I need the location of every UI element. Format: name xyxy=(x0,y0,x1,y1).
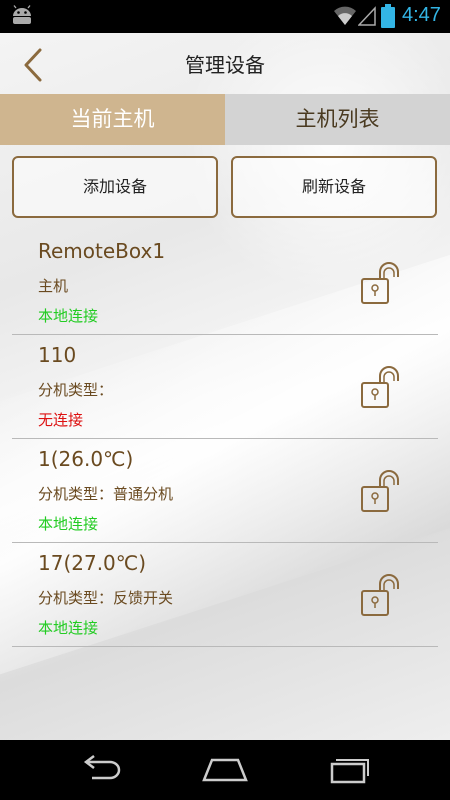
action-buttons: 添加设备 刷新设备 xyxy=(0,156,450,218)
device-name: RemoteBox1 xyxy=(38,239,166,263)
device-item[interactable]: RemoteBox1 主机 本地连接 xyxy=(12,231,438,335)
refresh-device-button[interactable]: 刷新设备 xyxy=(231,156,437,218)
title-bar: 管理设备 xyxy=(0,33,450,94)
unlock-icon[interactable] xyxy=(360,365,402,409)
wifi-icon xyxy=(334,6,356,25)
home-nav-icon[interactable] xyxy=(200,752,250,788)
connection-status: 本地连接 xyxy=(38,307,99,325)
connection-status: 无连接 xyxy=(38,411,84,429)
tab-host-list[interactable]: 主机列表 xyxy=(225,94,450,145)
device-type: 分机类型：普通分机 xyxy=(38,485,174,503)
connection-status: 本地连接 xyxy=(38,515,99,533)
unlock-icon[interactable] xyxy=(360,469,402,513)
tab-bar: 当前主机 主机列表 xyxy=(0,94,450,145)
clock: 4:47 xyxy=(402,4,441,26)
device-item[interactable]: 17(27.0℃) 分机类型：反馈开关 本地连接 xyxy=(12,543,438,647)
add-device-button[interactable]: 添加设备 xyxy=(12,156,218,218)
system-nav-bar xyxy=(0,740,450,800)
unlock-icon[interactable] xyxy=(360,261,402,305)
device-type: 分机类型：反馈开关 xyxy=(38,589,174,607)
unlock-icon[interactable] xyxy=(360,573,402,617)
device-name: 1(26.0℃) xyxy=(38,447,134,471)
device-type: 主机 xyxy=(38,277,69,295)
signal-icon xyxy=(358,6,376,26)
app-screen: 管理设备 当前主机 主机列表 添加设备 刷新设备 RemoteBox1 主机 本… xyxy=(0,33,450,740)
device-item[interactable]: 110 分机类型： 无连接 xyxy=(12,335,438,439)
connection-status: 本地连接 xyxy=(38,619,99,637)
page-title: 管理设备 xyxy=(185,53,265,77)
device-type: 分机类型： xyxy=(38,381,114,399)
battery-icon xyxy=(381,4,395,28)
android-icon xyxy=(13,5,31,24)
back-nav-icon[interactable] xyxy=(78,752,124,788)
status-bar: 4:47 xyxy=(0,0,450,33)
tab-current-host[interactable]: 当前主机 xyxy=(0,94,225,145)
device-list: RemoteBox1 主机 本地连接 110 分机类型： 无连接 1(26.0℃… xyxy=(0,231,450,647)
device-name: 110 xyxy=(38,343,77,367)
device-name: 17(27.0℃) xyxy=(38,551,147,575)
recents-nav-icon[interactable] xyxy=(326,752,370,788)
device-item[interactable]: 1(26.0℃) 分机类型：普通分机 本地连接 xyxy=(12,439,438,543)
